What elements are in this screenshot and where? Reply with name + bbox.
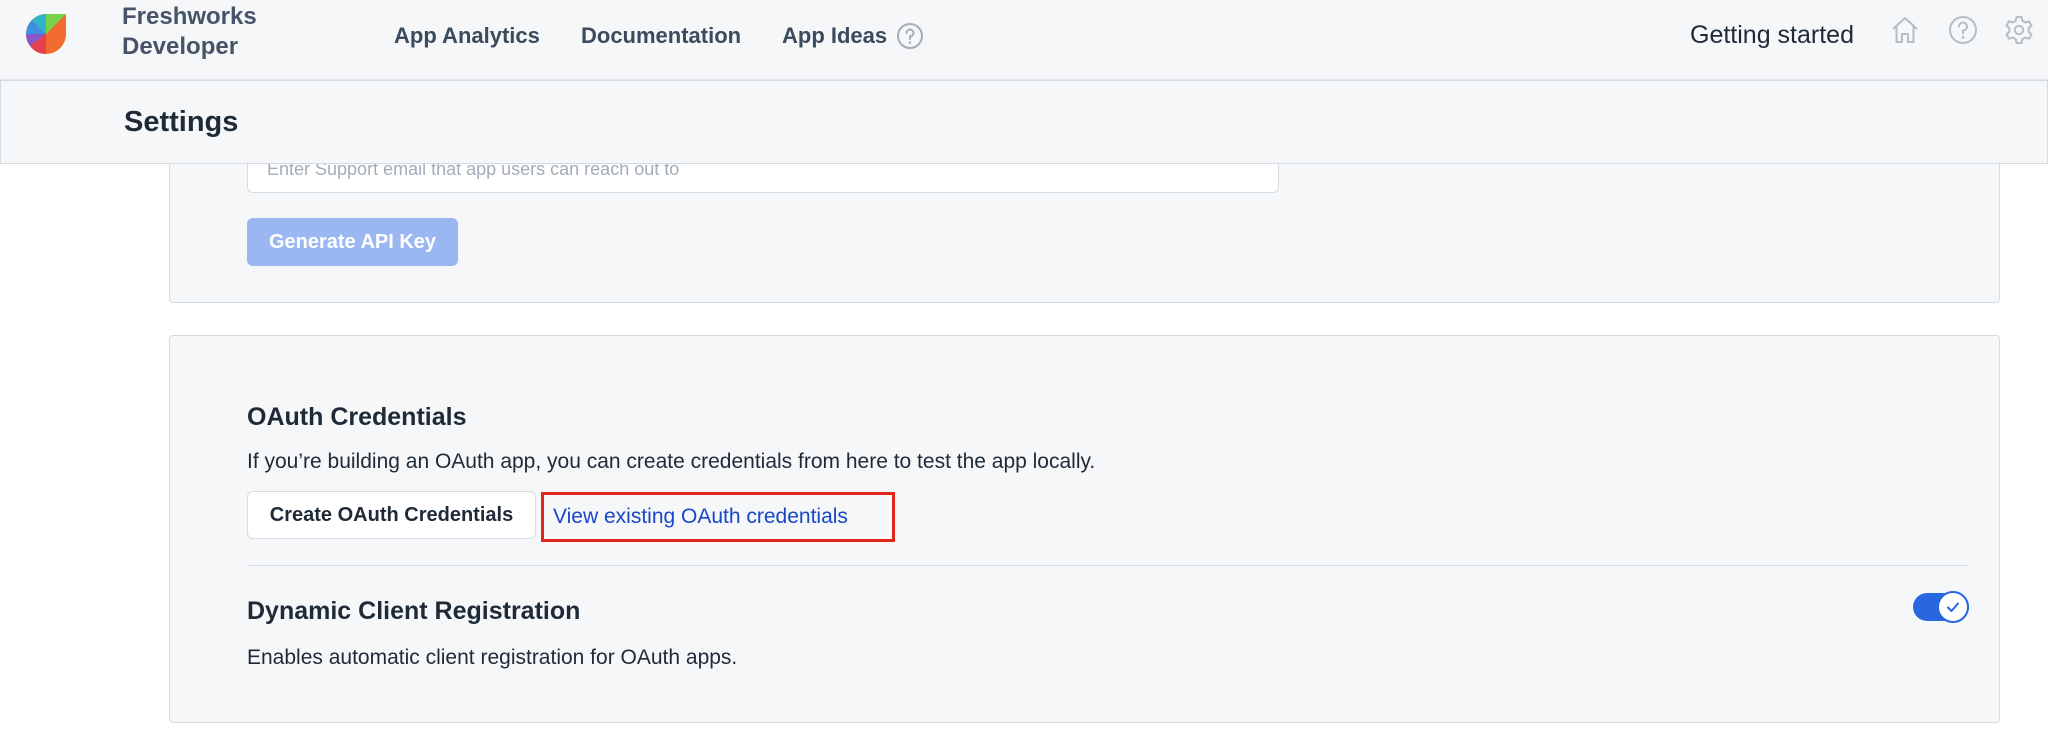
gear-icon[interactable]: [2003, 14, 2035, 46]
create-oauth-credentials-button[interactable]: Create OAuth Credentials: [247, 491, 536, 539]
nav-app-analytics[interactable]: App Analytics: [394, 22, 540, 50]
oauth-section-title: OAuth Credentials: [247, 403, 467, 431]
nav-documentation[interactable]: Documentation: [581, 22, 741, 50]
dcr-section-title: Dynamic Client Registration: [247, 597, 581, 625]
getting-started-link[interactable]: Getting started: [1690, 20, 1854, 50]
top-navigation-bar: Freshworks Developer App Analytics Docum…: [0, 0, 2048, 80]
dynamic-client-registration-toggle[interactable]: [1913, 591, 1969, 623]
oauth-credentials-card: OAuth Credentials If you’re building an …: [169, 335, 2000, 723]
dcr-section-description: Enables automatic client registration fo…: [247, 646, 738, 669]
generate-api-key-button[interactable]: Generate API Key: [247, 218, 458, 266]
toggle-knob: [1937, 591, 1969, 623]
nav-app-ideas[interactable]: App Ideas: [782, 22, 887, 50]
oauth-section-description: If you’re building an OAuth app, you can…: [247, 450, 1096, 473]
section-divider: [247, 565, 1969, 566]
view-link-label: View existing OAuth credentials: [553, 505, 848, 528]
page-title: Settings: [124, 106, 239, 138]
help-circle-icon[interactable]: [896, 22, 924, 50]
brand-line-1: Freshworks: [122, 3, 257, 30]
view-existing-oauth-credentials-link[interactable]: View existing OAuth credentials: [541, 492, 895, 542]
brand-name[interactable]: Freshworks Developer: [122, 2, 257, 62]
freshworks-logo-icon[interactable]: [22, 10, 70, 58]
brand-line-2: Developer: [122, 33, 239, 60]
home-icon[interactable]: [1889, 14, 1921, 46]
settings-header: Settings: [0, 80, 2048, 164]
help-circle-icon[interactable]: [1947, 14, 1979, 46]
check-icon: [1947, 602, 1959, 612]
